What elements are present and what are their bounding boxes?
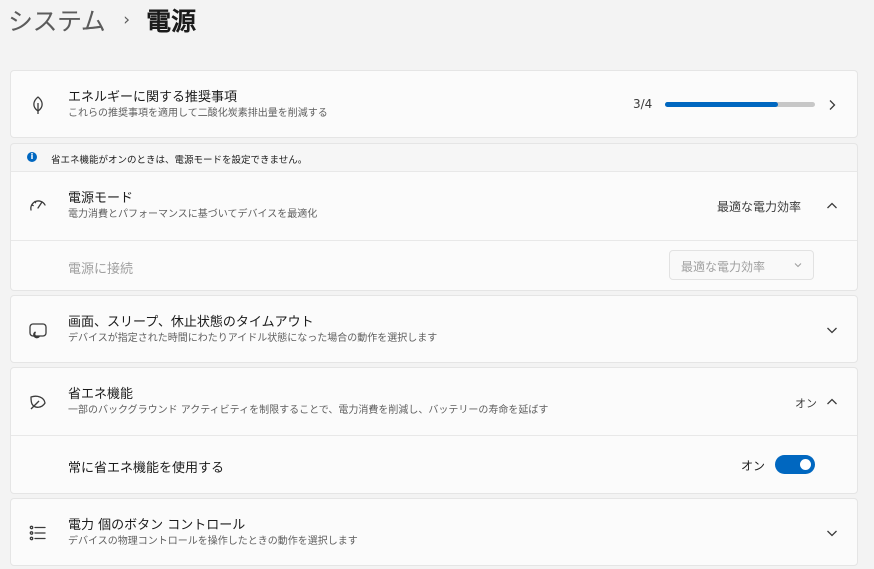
power-button-texts: 電力 個のボタン コントロール デバイスの物理コントロールを操作したときの動作を…: [68, 517, 358, 549]
leaf-icon: [27, 94, 49, 116]
energy-saver-icon: [27, 391, 49, 413]
power-button-title: 電力 個のボタン コントロール: [68, 518, 246, 533]
chevron-up-icon[interactable]: [825, 199, 839, 213]
chevron-down-icon: [794, 263, 802, 268]
energy-rec-progress: [665, 102, 815, 107]
energy-recommendations-card[interactable]: エネルギーに関する推奨事項 これらの推奨事項を適用して二酸化炭素排出量を削減する…: [10, 70, 858, 138]
chevron-up-icon[interactable]: [825, 395, 839, 409]
energy-saver-status: オン: [795, 397, 817, 410]
always-energy-saver-state: オン: [741, 459, 766, 473]
energy-rec-progress-fill: [665, 102, 778, 107]
info-banner: i 省エネ機能がオンのときは、電源モードを設定できません。: [10, 143, 858, 171]
screen-sleep-desc: デバイスが指定された時間にわたりアイドル状態になった場合の動作を選択します: [68, 333, 438, 344]
energy-saver-texts: 省エネ機能 一部のバックグラウンド アクティビティを制限することで、電力消費を削…: [68, 386, 548, 418]
power-mode-texts: 電源モード 電力消費とパフォーマンスに基づいてデバイスを最適化: [68, 190, 317, 222]
page-title: 電源: [146, 7, 197, 36]
power-mode-value: 最適な電力効率: [717, 200, 802, 214]
info-banner-text: 省エネ機能がオンのときは、電源モードを設定できません。: [51, 155, 308, 166]
energy-saver-header[interactable]: 省エネ機能 一部のバックグラウンド アクティビティを制限することで、電力消費を削…: [11, 368, 857, 436]
chevron-down-icon[interactable]: [825, 323, 839, 337]
energy-saver-title: 省エネ機能: [68, 387, 134, 402]
plugged-in-dropdown[interactable]: 最適な電力効率: [669, 250, 814, 280]
breadcrumb: システム › 電源: [8, 4, 196, 36]
toggle-knob: [800, 459, 811, 470]
energy-rec-texts: エネルギーに関する推奨事項 これらの推奨事項を適用して二酸化炭素排出量を削減する: [68, 89, 328, 121]
power-button-desc: デバイスの物理コントロールを操作したときの動作を選択します: [68, 536, 358, 547]
always-energy-saver-toggle[interactable]: [775, 455, 815, 474]
breadcrumb-parent[interactable]: システム: [8, 2, 106, 38]
screen-sleep-icon: [27, 319, 49, 341]
list-settings-icon: [27, 522, 49, 544]
plugged-in-label: 電源に接続: [68, 262, 134, 277]
breadcrumb-separator: ›: [123, 10, 131, 30]
screen-sleep-title: 画面、スリープ、休止状態のタイムアウト: [68, 315, 314, 330]
plugged-in-dropdown-value: 最適な電力効率: [681, 260, 766, 274]
power-mode-desc: 電力消費とパフォーマンスに基づいてデバイスを最適化: [68, 209, 318, 220]
energy-saver-desc: 一部のバックグラウンド アクティビティを制限することで、電力消費を削減し、バッテ…: [68, 405, 549, 416]
chevron-down-icon[interactable]: [825, 526, 839, 540]
power-button-controls-card[interactable]: 電力 個のボタン コントロール デバイスの物理コントロールを操作したときの動作を…: [10, 498, 858, 566]
info-icon: i: [27, 152, 37, 162]
power-mode-card: 電源モード 電力消費とパフォーマンスに基づいてデバイスを最適化 最適な電力効率 …: [10, 171, 858, 291]
screen-sleep-texts: 画面、スリープ、休止状態のタイムアウト デバイスが指定された時間にわたりアイドル…: [68, 314, 437, 346]
screen-sleep-card[interactable]: 画面、スリープ、休止状態のタイムアウト デバイスが指定された時間にわたりアイドル…: [10, 295, 858, 363]
gauge-icon: [27, 195, 49, 217]
energy-saver-card: 省エネ機能 一部のバックグラウンド アクティビティを制限することで、電力消費を削…: [10, 367, 858, 494]
divider: [11, 240, 857, 241]
energy-rec-title: エネルギーに関する推奨事項: [68, 90, 238, 105]
energy-rec-desc: これらの推奨事項を適用して二酸化炭素排出量を削減する: [68, 108, 328, 119]
energy-rec-count: 3/4: [633, 97, 653, 111]
power-mode-title: 電源モード: [68, 191, 134, 206]
chevron-right-icon[interactable]: [825, 98, 839, 112]
power-mode-header[interactable]: 電源モード 電力消費とパフォーマンスに基づいてデバイスを最適化 最適な電力効率: [11, 172, 857, 240]
always-energy-saver-row: 常に省エネ機能を使用する オン: [11, 435, 857, 495]
always-energy-saver-label: 常に省エネ機能を使用する: [68, 461, 225, 476]
